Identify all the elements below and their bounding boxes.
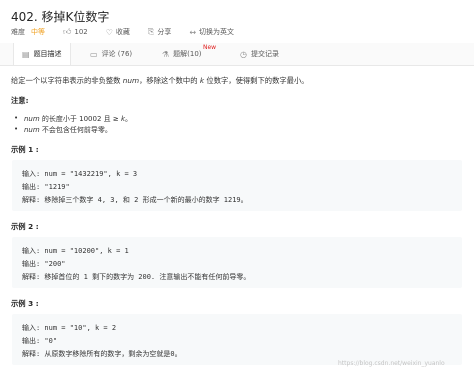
tab-submissions-label: 提交记录 (250, 50, 279, 58)
share-button[interactable]: ⎘ 分享 (148, 27, 171, 37)
share-icon: ⎘ (147, 27, 155, 36)
translate-label: 切换为英文 (199, 28, 235, 36)
note-text: 不会包含任何前导零。 (39, 126, 112, 134)
translate-icon: ↔ (189, 27, 197, 37)
new-badge: New (203, 44, 217, 51)
example-2-input: 输入: num = "10200", k = 1 (22, 247, 129, 255)
example-3-output: 输出: "0" (22, 337, 58, 345)
watermark-text: https://blog.csdn.net/weixin_yuanlo (338, 360, 445, 367)
note-tail: 。 (125, 115, 133, 123)
example-1-explanation: 解释: 移除掉三个数字 4, 3, 和 2 形成一个新的最小的数字 1219。 (22, 196, 248, 204)
thumbs-up-icon: 👍︎ (63, 27, 72, 36)
note-item: num 不会包含任何前导零。 (14, 125, 112, 135)
intro-mid: ，移除这个数中的 (139, 76, 200, 85)
share-label: 分享 (157, 28, 172, 36)
example-3-explanation: 解释: 从原数字移除所有的数字，剩余为空就是0。 (22, 350, 182, 358)
example-2-explanation: 解释: 移掉首位的 1 剩下的数字为 200. 注意输出不能有任何前导零。 (22, 273, 251, 281)
difficulty-label: 难度 (11, 28, 25, 36)
example-1-output: 输出: "1219" (22, 183, 70, 191)
problem-description: 给定一个以字符串表示的非负整数 num，移除这个数中的 k 位数字，使得剩下的数… (11, 76, 309, 86)
intro-prefix: 给定一个以字符串表示的非负整数 (11, 76, 123, 85)
example-2-output: 输出: "200" (22, 260, 66, 268)
note-var: num (24, 115, 40, 123)
tab-comments-label: 评论 (76) (101, 50, 133, 58)
problem-meta-bar: 难度 中等 👍︎ 102 ♡ 收藏 ⎘ 分享 ↔ 切换为英文 (11, 27, 252, 37)
favorite-button[interactable]: ♡ 收藏 (106, 27, 130, 37)
flask-icon: ⚗ (162, 49, 170, 59)
note-text: 的长度小于 10002 且 ≥ (39, 115, 121, 123)
tab-submissions[interactable]: ◷ 提交记录 (240, 43, 279, 65)
like-button[interactable]: 👍︎ 102 (63, 27, 88, 37)
tab-description[interactable]: ▤ 题目描述 (13, 43, 71, 65)
example-3-heading: 示例 3 : (11, 299, 39, 308)
clock-icon: ◷ (240, 49, 247, 59)
intro-suffix: 位数字，使得剩下的数字最小。 (204, 76, 309, 85)
note-item: num 的长度小于 10002 且 ≥ k。 (14, 114, 133, 124)
tab-description-label: 题目描述 (33, 50, 62, 58)
difficulty-value: 中等 (31, 28, 45, 36)
tab-solutions[interactable]: ⚗ 题解(10) (162, 43, 202, 65)
tabs-bottom-divider (0, 65, 474, 66)
tab-bar: ▤ 题目描述 ▭ 评论 (76) ⚗ 题解(10) ◷ 提交记录 (0, 43, 474, 65)
heart-icon: ♡ (105, 27, 113, 37)
example-3-input: 输入: num = "10", k = 2 (22, 324, 117, 332)
note-var: num (24, 126, 40, 134)
example-2-heading: 示例 2 : (11, 222, 39, 231)
comment-icon: ▭ (90, 49, 98, 59)
favorite-label: 收藏 (115, 28, 130, 36)
example-1-heading: 示例 1 : (11, 145, 39, 154)
problem-title: 402. 移掉K位数字 (11, 10, 110, 24)
like-count: 102 (74, 28, 88, 36)
example-1-input: 输入: num = "1432219", k = 3 (22, 170, 138, 178)
document-icon: ▤ (22, 49, 30, 59)
tab-comments[interactable]: ▭ 评论 (76) (90, 43, 132, 65)
intro-var-num: num (122, 76, 140, 85)
translate-button[interactable]: ↔ 切换为英文 (189, 27, 234, 37)
note-heading: 注意: (11, 96, 29, 105)
tab-solutions-label: 题解(10) (173, 50, 202, 58)
